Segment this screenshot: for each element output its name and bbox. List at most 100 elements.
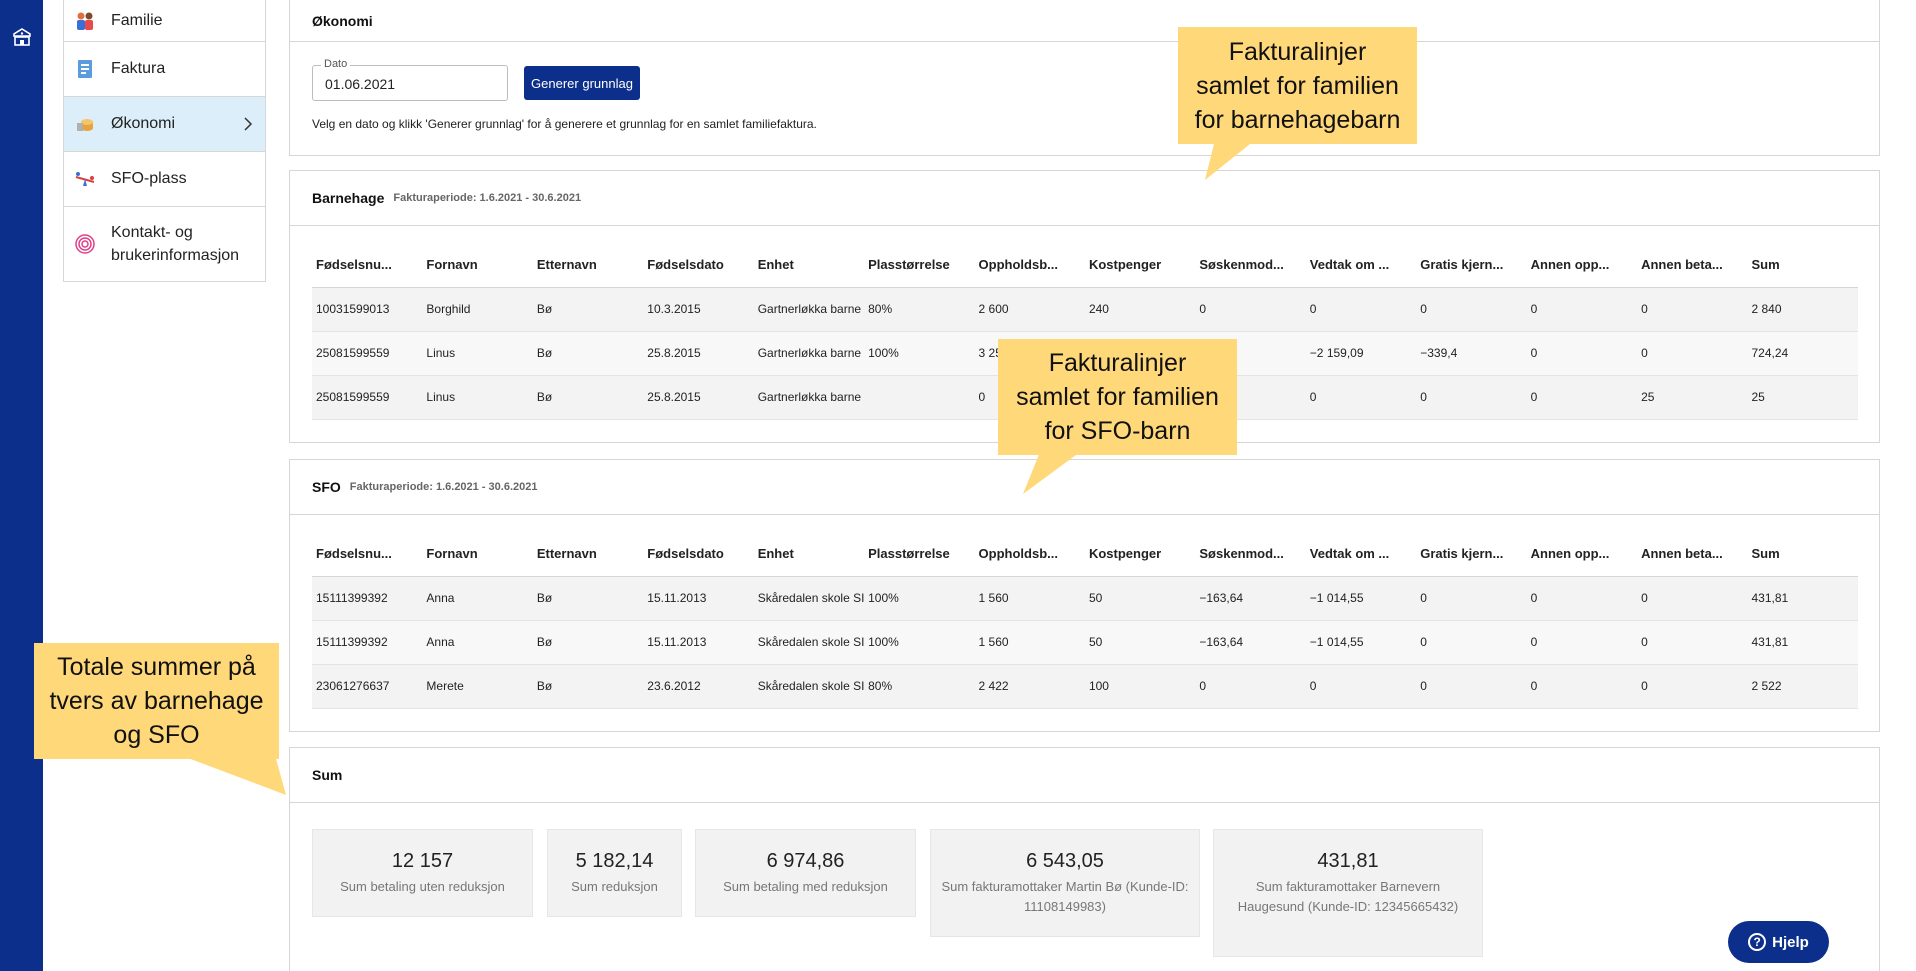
callout-tail [1023, 452, 1080, 494]
column-header[interactable]: Sum [1747, 532, 1858, 577]
sum-value: 6 974,86 [766, 850, 845, 872]
date-field[interactable]: Dato 01.06.2021 [312, 58, 508, 101]
column-header[interactable]: Oppholdsb... [974, 532, 1085, 577]
table-cell: 0 [1637, 576, 1748, 621]
column-header[interactable]: Enhet [753, 243, 865, 288]
column-header[interactable]: Vedtak om ... [1305, 243, 1417, 288]
family-icon [77, 12, 93, 30]
table-cell: 1 560 [974, 620, 1085, 665]
column-header[interactable]: Enhet [753, 532, 865, 577]
column-header[interactable]: Annen opp... [1526, 243, 1638, 288]
column-header[interactable]: Etternavn [532, 243, 644, 288]
okonomi-header: Økonomi [290, 0, 1879, 42]
sidebar-item-label: Faktura [111, 60, 166, 77]
table-cell: 2 422 [974, 664, 1085, 709]
table-cell: 50 [1084, 576, 1196, 621]
callout-line: samlet for familien [1016, 383, 1219, 411]
column-header[interactable]: Plasstørrelse [864, 532, 975, 577]
table-cell: Skåredalen skole SI [753, 664, 865, 709]
sidebar-item-label: Familie [111, 11, 163, 29]
table-cell: Bø [532, 375, 644, 420]
column-header[interactable]: Gratis kjern... [1416, 243, 1527, 288]
table-cell: Linus [422, 375, 533, 420]
seesaw-icon [75, 172, 95, 186]
table-cell: Skåredalen skole SI [753, 576, 865, 621]
callout-tail [180, 755, 286, 795]
column-header[interactable]: Fødselsdato [643, 243, 754, 288]
column-header[interactable]: Annen opp... [1526, 532, 1638, 577]
callout-line: og SFO [113, 721, 200, 749]
callout-line: Fakturalinjer [1228, 37, 1367, 66]
table-row[interactable]: 15111399392 Anna Bø 15.11.2013 Skåredalen sk… [312, 576, 1858, 621]
sum-tile: 12 157 Sum betaling uten reduksjon [312, 829, 533, 917]
sidebar-item-familie[interactable]: Familie [64, 0, 265, 42]
column-header[interactable]: Fornavn [422, 243, 533, 288]
column-header[interactable]: Fornavn [422, 532, 533, 577]
table-cell: 0 [1526, 331, 1638, 376]
column-header[interactable]: Plasstørrelse [864, 243, 975, 288]
table-cell: 23.6.2012 [643, 664, 754, 709]
date-value[interactable]: 01.06.2021 [325, 76, 395, 92]
column-header[interactable]: Annen beta... [1637, 532, 1748, 577]
column-header[interactable]: Vedtak om ... [1305, 532, 1417, 577]
column-header[interactable]: Fødselsdato [643, 532, 754, 577]
table-cell: 0 [1526, 664, 1638, 709]
table-cell: 15.11.2013 [643, 620, 754, 665]
column-header[interactable]: Fødselsnu... [312, 532, 423, 577]
table-cell: Borghild [422, 287, 533, 332]
column-header[interactable]: Annen beta... [1637, 243, 1748, 288]
table-cell: 0 [1416, 620, 1527, 665]
sidebar-item-faktura[interactable]: Faktura [64, 42, 265, 97]
school-icon[interactable] [11, 26, 33, 48]
column-header[interactable]: Kostpenger [1084, 532, 1196, 577]
table-cell: Gartnerløkka barne [753, 375, 865, 420]
table-cell: 25 [1747, 375, 1858, 420]
table-cell: 0 [1195, 287, 1306, 332]
column-header[interactable]: Sum [1747, 243, 1858, 288]
table-cell: 0 [1637, 331, 1748, 376]
table-cell: −1 014,55 [1305, 620, 1417, 665]
table-cell: 1 560 [974, 576, 1085, 621]
table-cell: 0 [1526, 287, 1638, 332]
column-header[interactable]: Kostpenger [1084, 243, 1196, 288]
callout-line: for SFO-barn [1044, 417, 1191, 445]
help-button[interactable]: ? Hjelp [1728, 921, 1829, 963]
table-cell: 0 [1416, 287, 1527, 332]
sum-value: 431,81 [1317, 850, 1379, 872]
sidebar-item-label: Kontakt- og brukerinformasjon [111, 224, 240, 264]
table-cell: Bø [532, 620, 644, 665]
table-cell: 25081599559 [312, 375, 423, 420]
table-cell: Bø [532, 287, 644, 332]
question-icon: ? [1748, 933, 1767, 951]
column-header[interactable]: Gratis kjern... [1416, 532, 1527, 577]
column-header[interactable]: Etternavn [532, 532, 644, 577]
help-label: Hjelp [1772, 933, 1809, 951]
table-cell: Bø [532, 576, 644, 621]
table-cell: Bø [532, 664, 644, 709]
table-cell: 0 [1416, 664, 1527, 709]
callout-line: for barnehagebarn [1194, 105, 1401, 134]
column-header[interactable]: Oppholdsb... [974, 243, 1085, 288]
column-header[interactable]: Fødselsnu... [312, 243, 423, 288]
table-row[interactable]: 15111399392 Anna Bø 15.11.2013 Skåredalen sk… [312, 620, 1858, 665]
sidebar-item-sfo-plass[interactable]: SFO-plass [64, 152, 265, 207]
table-cell: 80% [864, 664, 975, 709]
column-header[interactable]: Søskenmod... [1195, 532, 1306, 577]
generate-button[interactable]: Generer grunnlag [524, 66, 640, 100]
table-row[interactable]: 23061276637 Merete Bø 23.6.2012 Skåredalen s… [312, 664, 1858, 709]
sidebar-item-okonomi[interactable]: Økonomi [64, 97, 265, 152]
page-title: Økonomi [312, 12, 373, 29]
table-cell: 0 [1637, 664, 1748, 709]
table-cell: 0 [1526, 375, 1638, 420]
table-cell: 724,24 [1747, 331, 1858, 376]
table-cell: 0 [1195, 664, 1306, 709]
table-cell: −163,64 [1195, 576, 1306, 621]
table-row[interactable]: 10031599013 Borghild Bø 10.3.2015 Gartnerløk… [312, 287, 1858, 332]
callout-line: Fakturalinjer [1048, 349, 1187, 377]
sidebar-item-kontakt[interactable]: Kontakt- og brukerinformasjon [64, 207, 265, 281]
table-cell: Skåredalen skole SI [753, 620, 865, 665]
callout-sfo: Fakturalinjer samlet for familien for SF… [998, 339, 1237, 455]
invoice-period: Fakturaperiode: 1.6.2021 - 30.6.2021 [393, 192, 582, 204]
side-menu: Familie Faktura Økonomi SFO-plass Kontak… [63, 0, 266, 282]
column-header[interactable]: Søskenmod... [1195, 243, 1306, 288]
